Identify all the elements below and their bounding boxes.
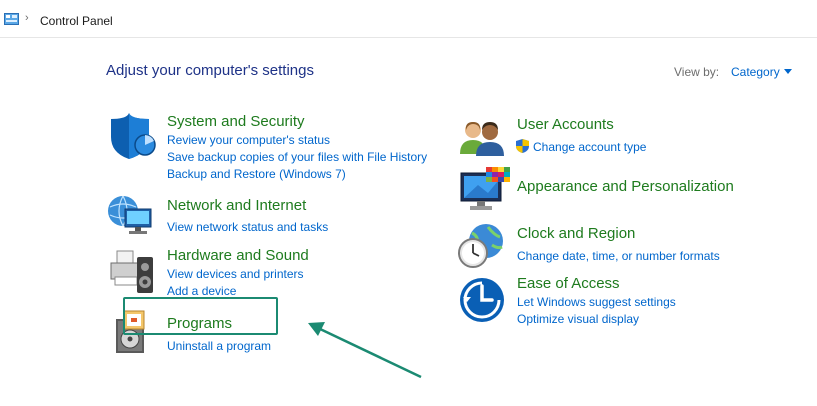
monitor-palette-icon — [460, 167, 510, 210]
category-hardware-sound[interactable]: Hardware and Sound — [167, 247, 309, 264]
link-network-status[interactable]: View network status and tasks — [167, 220, 328, 234]
link-windows-suggest-settings[interactable]: Let Windows suggest settings — [517, 295, 676, 309]
programs-highlight-box — [123, 297, 278, 335]
view-by-label: View by: — [674, 65, 720, 79]
uac-shield-icon — [516, 139, 529, 153]
breadcrumb-separator: › — [25, 12, 29, 24]
chevron-down-icon[interactable] — [784, 69, 792, 74]
annotation-arrow — [308, 322, 422, 379]
clock-globe-icon — [458, 224, 503, 268]
users-icon — [460, 122, 504, 156]
address-bar[interactable]: › Control Panel — [0, 0, 817, 38]
control-panel-icon — [4, 13, 19, 25]
link-uninstall-program[interactable]: Uninstall a program — [167, 339, 271, 353]
category-ease-of-access[interactable]: Ease of Access — [517, 275, 620, 292]
link-add-device[interactable]: Add a device — [167, 284, 236, 298]
link-change-account-type[interactable]: Change account type — [533, 140, 646, 154]
breadcrumb-control-panel[interactable]: Control Panel — [40, 14, 113, 28]
link-change-date-formats[interactable]: Change date, time, or number formats — [517, 249, 720, 263]
link-devices-printers[interactable]: View devices and printers — [167, 267, 304, 281]
ease-of-access-icon — [460, 278, 504, 322]
category-network-internet[interactable]: Network and Internet — [167, 197, 306, 214]
category-user-accounts[interactable]: User Accounts — [517, 116, 614, 133]
category-clock-region[interactable]: Clock and Region — [517, 225, 635, 242]
link-file-history[interactable]: Save backup copies of your files with Fi… — [167, 150, 427, 164]
page-title: Adjust your computer's settings — [106, 62, 314, 79]
link-review-status[interactable]: Review your computer's status — [167, 133, 330, 147]
network-globe-icon — [108, 195, 152, 234]
link-backup-restore[interactable]: Backup and Restore (Windows 7) — [167, 167, 346, 181]
printer-speaker-icon — [110, 250, 153, 293]
link-optimize-visual-display[interactable]: Optimize visual display — [517, 312, 639, 326]
shield-icon — [111, 113, 156, 159]
category-system-security[interactable]: System and Security — [167, 113, 305, 130]
category-appearance-personalization[interactable]: Appearance and Personalization — [517, 178, 734, 195]
view-by-dropdown[interactable]: Category — [731, 65, 780, 79]
